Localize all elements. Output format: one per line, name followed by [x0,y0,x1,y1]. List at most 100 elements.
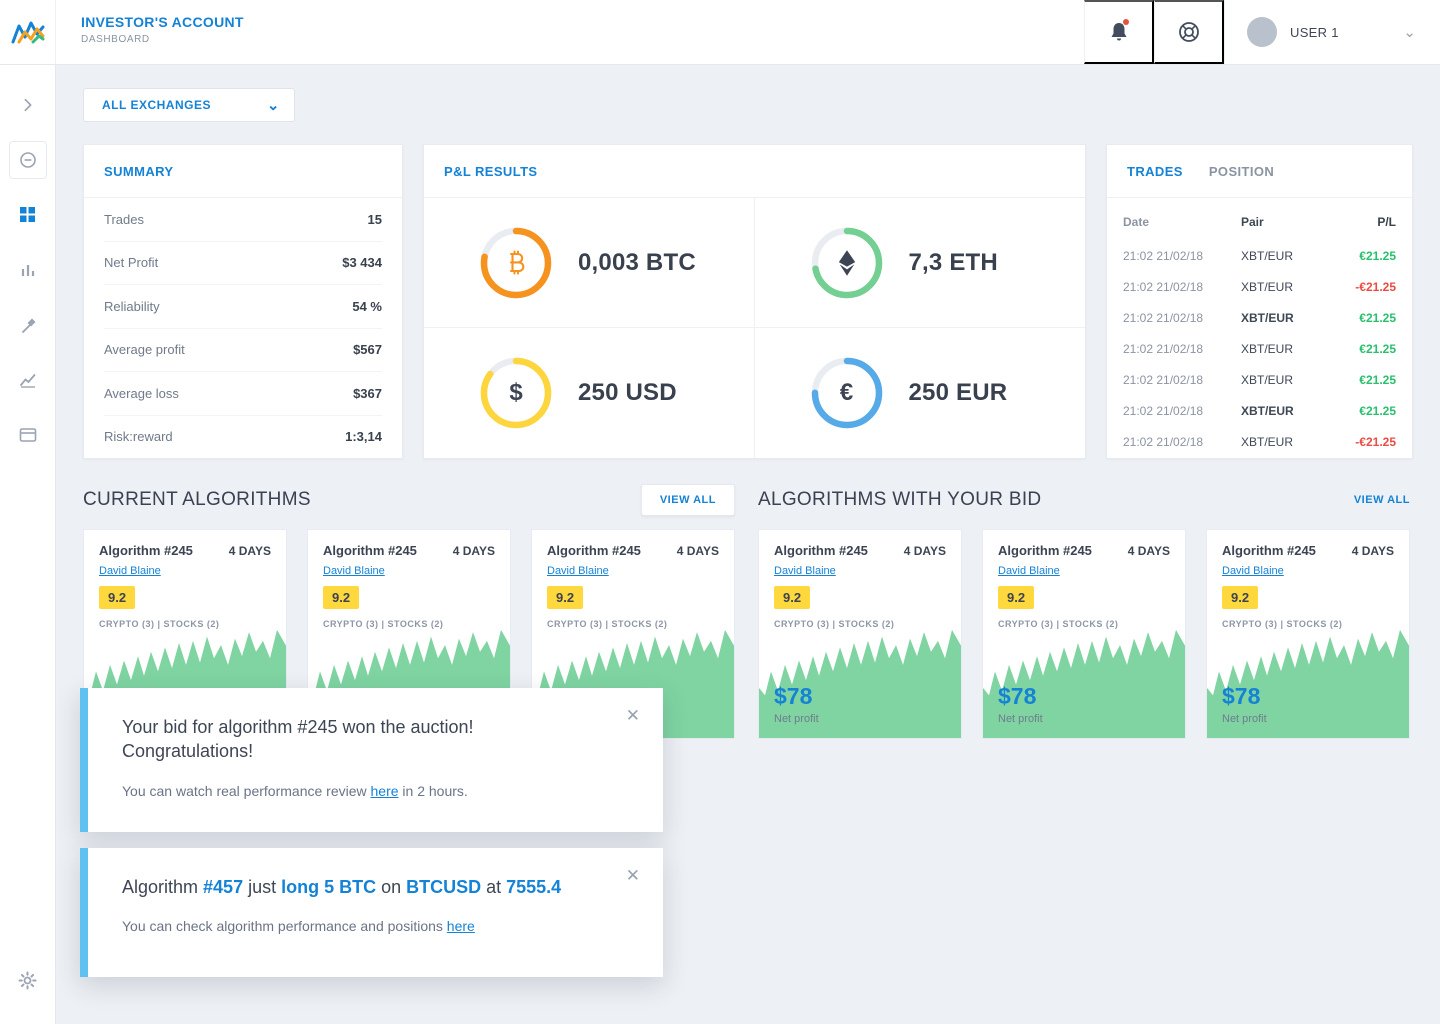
sidebar-nav [0,65,56,1024]
trade-pl: €21.25 [1359,310,1396,325]
current-algorithms-title: CURRENT ALGORITHMS [83,489,311,510]
current-algorithms-head: CURRENT ALGORITHMS VIEW ALL [83,484,735,516]
algorithm-author-link[interactable]: David Blaine [323,565,385,577]
sidebar-settings-button[interactable] [0,953,56,1008]
trades-rows: 21:02 21/02/18 XBT/EUR €21.25 21:02 21/0… [1123,240,1396,457]
sidebar-collapse-button[interactable] [0,132,56,187]
eur-symbol-icon: € [839,379,854,406]
bids-view-all-link[interactable]: VIEW ALL [1354,494,1410,506]
toast-plain-text: Algorithm [122,877,204,897]
close-icon[interactable]: ✕ [626,867,640,884]
trade-pair: XBT/EUR [1241,403,1294,418]
help-button[interactable] [1154,0,1224,64]
dashboard-grid-icon [20,207,35,222]
app-logo[interactable] [0,0,56,64]
tab-trades[interactable]: TRADES [1127,164,1183,179]
help-buoy-icon [1178,22,1199,42]
top-bar: INVESTOR'S ACCOUNT DASHBOARD USER 1 ⌄ [0,0,1440,65]
net-profit-block: $78 Net profit [1222,683,1394,725]
pnl-cell-usd: $ 250 USD [424,328,755,458]
trade-date: 21:02 21/02/18 [1123,279,1204,294]
minus-circle-icon [8,140,47,179]
summary-row: Average profit $567 [104,329,382,372]
net-profit-value: $78 [998,683,1037,709]
usd-donut-ring: $ [480,357,552,429]
toast-algo-body: You can check algorithm performance and … [122,918,607,934]
bid-algorithm-card[interactable]: Algorithm #245 4 DAYS David Blaine 9.2 C… [982,529,1186,739]
pnl-cell-btc: 0,003 BTC [424,198,755,328]
sidebar-item-analytics[interactable] [0,352,56,407]
algorithm-author-link[interactable]: David Blaine [774,565,836,577]
pnl-eur-value: 250 EUR [908,379,1008,406]
bar-chart-icon [21,264,34,276]
algorithm-card-header: Algorithm #245 4 DAYS [323,543,495,558]
hammer-icon [21,318,35,333]
column-pair: Pair [1241,215,1264,229]
trades-panel-tabs: TRADES POSITION [1107,145,1412,198]
notification-badge-dot [1123,19,1129,25]
exchanges-dropdown[interactable]: ALL EXCHANGES ⌄ [83,88,295,122]
algorithm-card-header: Algorithm #245 4 DAYS [998,543,1170,558]
sidebar-item-dashboard[interactable] [0,187,56,242]
user-menu[interactable]: USER 1 ⌄ [1224,0,1440,64]
toast-highlight-text: #457 [203,877,244,897]
trades-table: Date Pair P/L 21:02 21/02/18 XBT/EUR €21… [1107,198,1412,458]
algorithm-performance-link[interactable]: here [447,918,475,934]
toast-body-text: You can check algorithm performance and … [122,918,447,935]
trade-pair: XBT/EUR [1241,310,1294,325]
net-profit-block: $78 Net profit [774,683,946,725]
trades-panel: TRADES POSITION Date Pair P/L 21:02 21/0… [1106,144,1413,459]
sidebar-expand-button[interactable] [0,77,56,132]
algorithm-card-header: Algorithm #245 4 DAYS [1222,543,1394,558]
algorithm-card-header: Algorithm #245 4 DAYS [99,543,271,558]
summary-row: Risk:reward 1:3,14 [104,416,382,459]
trade-pair: XBT/EUR [1241,434,1294,449]
tab-position[interactable]: POSITION [1209,164,1274,179]
toast-auction-body: You can watch real performance review he… [122,783,607,799]
performance-review-link[interactable]: here [371,783,399,799]
algorithm-tags: CRYPTO (3) | STOCKS (2) [547,619,668,629]
trade-date: 21:02 21/02/18 [1123,403,1204,418]
trade-row: 21:02 21/02/18 XBT/EUR €21.25 [1123,333,1396,364]
trade-row: 21:02 21/02/18 XBT/EUR €21.25 [1123,395,1396,426]
exchanges-dropdown-label: ALL EXCHANGES [102,98,211,112]
trade-date: 21:02 21/02/18 [1123,372,1204,387]
trade-row: 21:02 21/02/18 XBT/EUR -€21.25 [1123,426,1396,457]
toast-auction-title-line2: Congratulations! [122,741,254,762]
pnl-cell-eur: € 250 EUR [755,328,1086,458]
sidebar-item-tools[interactable] [0,297,56,352]
algorithm-duration: 4 DAYS [676,544,719,558]
toast-body-text: in 2 hours. [398,782,468,799]
algorithm-name: Algorithm #245 [547,543,641,558]
toast-highlight-text: long 5 BTC [281,877,377,897]
bid-algorithm-card[interactable]: Algorithm #245 4 DAYS David Blaine 9.2 C… [758,529,962,739]
net-profit-label: Net profit [774,713,819,725]
bid-algorithms-head: ALGORITHMS WITH YOUR BID VIEW ALL [758,489,1410,511]
page-subtitle: DASHBOARD [81,34,150,45]
current-view-all-button[interactable]: VIEW ALL [640,484,735,516]
trade-pl: €21.25 [1359,403,1396,418]
summary-value: $367 [353,385,382,401]
algorithm-author-link[interactable]: David Blaine [998,565,1060,577]
algorithm-author-link[interactable]: David Blaine [1222,565,1284,577]
net-profit-value: $78 [1222,683,1261,709]
sidebar-item-transactions[interactable] [0,407,56,462]
user-name: USER 1 [1290,24,1339,40]
pnl-eth-value: 7,3 ETH [908,248,998,276]
algorithm-author-link[interactable]: David Blaine [99,565,161,577]
notifications-button[interactable] [1084,0,1154,64]
algorithm-rating-badge: 9.2 [998,586,1035,609]
column-date: Date [1123,215,1150,229]
trade-pair: XBT/EUR [1241,372,1294,387]
trade-row: 21:02 21/02/18 XBT/EUR €21.25 [1123,240,1396,271]
algorithm-author-link[interactable]: David Blaine [547,565,609,577]
gear-icon [18,971,37,990]
close-icon[interactable]: ✕ [626,707,640,724]
summary-value: 15 [367,211,382,227]
algorithm-duration: 4 DAYS [1127,544,1170,558]
bid-algorithm-card[interactable]: Algorithm #245 4 DAYS David Blaine 9.2 C… [1206,529,1410,739]
algorithm-name: Algorithm #245 [323,543,417,558]
sidebar-item-portfolio[interactable] [0,242,56,297]
summary-panel: SUMMARY Trades 15 Net Profit $3 434 Reli… [83,144,403,459]
toast-algo-trade: ✕ Algorithm #457 just long 5 BTC on BTCU… [80,848,663,977]
